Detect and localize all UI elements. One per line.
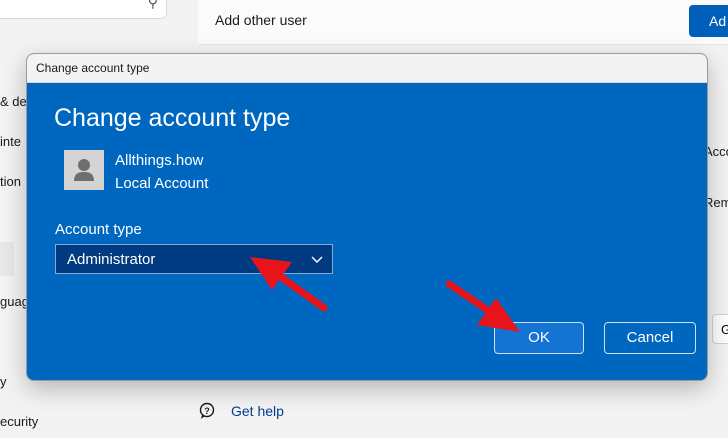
- arrow-to-ok-icon: [445, 280, 520, 332]
- annotation-arrows: [250, 257, 520, 332]
- arrow-to-dropdown-icon: [250, 257, 328, 312]
